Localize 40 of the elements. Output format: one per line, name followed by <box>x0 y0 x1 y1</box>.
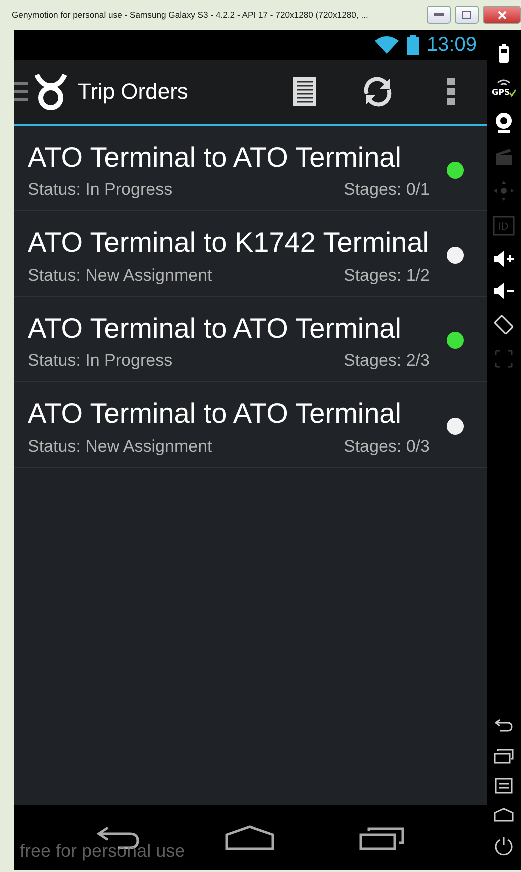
taurus-logo-icon <box>34 72 68 112</box>
battery-icon[interactable] <box>498 44 510 64</box>
trip-status: Status: New Assignment <box>28 436 212 457</box>
trip-title: ATO Terminal to K1742 Terminal <box>28 226 430 260</box>
power-icon[interactable] <box>494 836 514 856</box>
home-icon[interactable] <box>494 808 514 822</box>
minimize-icon <box>434 13 444 17</box>
trip-stages: Stages: 1/2 <box>344 266 430 286</box>
trip-stages: Stages: 0/3 <box>344 436 430 457</box>
back-icon[interactable] <box>494 718 514 734</box>
volume-down-icon[interactable] <box>493 282 515 300</box>
screen-title: Trip Orders <box>78 79 190 105</box>
window-title: Genymotion for personal use - Samsung Galaxy S3 - 4.2.2 - API 17 - 720x1280 (720x1280, ... <box>12 10 370 20</box>
trip-title: ATO Terminal to ATO Terminal <box>28 397 402 432</box>
close-icon <box>498 10 506 20</box>
trip-status: Status: New Assignment <box>28 266 212 286</box>
minimize-button[interactable] <box>427 6 451 24</box>
menu-icon[interactable] <box>494 778 514 794</box>
trip-title: ATO Terminal to ATO Terminal <box>28 312 402 346</box>
home-button[interactable] <box>225 824 276 850</box>
battery-icon <box>406 35 419 55</box>
overflow-menu-icon <box>446 78 454 106</box>
trip-status: Status: In Progress <box>28 351 173 372</box>
trip-status: Status: In Progress <box>28 180 173 200</box>
trip-title: ATO Terminal to ATO Terminal <box>28 141 402 175</box>
maximize-button[interactable] <box>455 6 479 24</box>
wifi-icon <box>374 36 399 54</box>
trip-stages: Stages: 2/3 <box>344 351 430 372</box>
list-icon <box>292 77 316 107</box>
webcam-icon[interactable] <box>495 112 513 134</box>
maximize-icon <box>462 10 472 20</box>
drawer-indicator-icon[interactable] <box>14 81 28 103</box>
rotate-icon[interactable] <box>493 314 515 336</box>
trip-stages: Stages: 0/1 <box>344 180 430 200</box>
overlay-notice: free for personal use <box>20 841 186 862</box>
recent-apps-icon[interactable] <box>494 748 514 764</box>
close-button[interactable] <box>483 6 521 24</box>
volume-up-icon[interactable] <box>493 250 515 268</box>
clock: 13:09 <box>426 34 477 56</box>
refresh-icon <box>362 76 394 108</box>
